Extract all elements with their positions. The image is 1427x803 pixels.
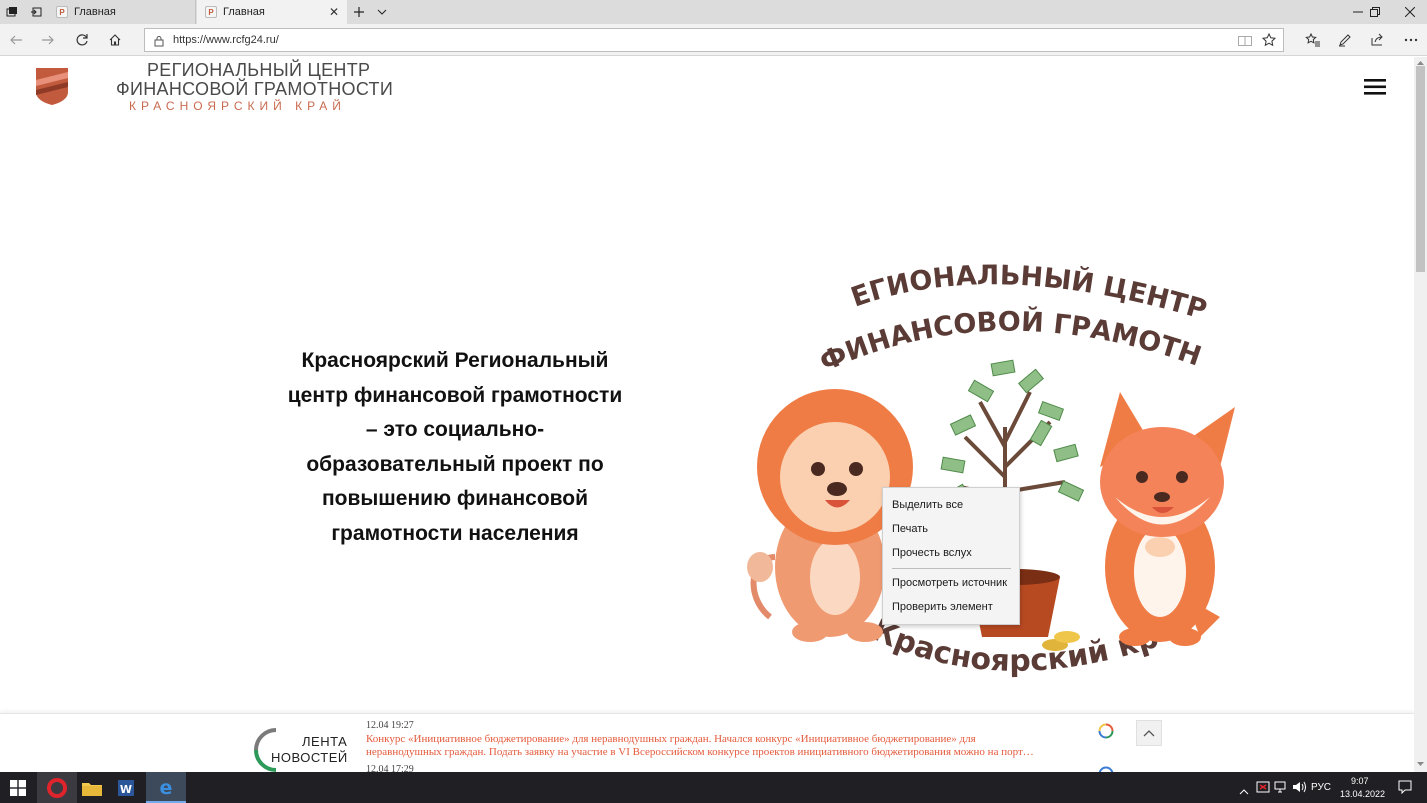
tray-show-hidden-icon[interactable] [1239, 782, 1249, 800]
site-logo-emblem[interactable] [34, 66, 70, 106]
page-viewport: РЕГИОНАЛЬНЫЙ ЦЕНТР ФИНАНСОВОЙ ГРАМОТНОСТ… [0, 57, 1414, 772]
menu-item-read-aloud[interactable]: Прочесть вслух [883, 542, 1019, 564]
news-item-time: 12.04 19:27 [366, 720, 414, 731]
menu-item-select-all[interactable]: Выделить все [883, 494, 1019, 516]
news-item-time: 12.04 17:29 [366, 764, 414, 772]
opera-browser-icon[interactable] [37, 772, 77, 803]
tab-home-1[interactable]: Р Главная [48, 0, 196, 24]
chevron-up-icon [1143, 724, 1155, 742]
address-url[interactable]: https://www.rcfg24.ru/ [173, 34, 279, 46]
ticker-logo-line1: ЛЕНТА [302, 734, 348, 749]
hero-line: центр финансовой грамотности [287, 383, 623, 407]
tray-clock-time[interactable]: 9:07 [1351, 776, 1369, 786]
hero-line: образовательный проект по [306, 452, 604, 476]
tab-title: Главная [74, 6, 116, 18]
context-menu: Выделить все Печать Прочесть вслух Просм… [882, 487, 1020, 625]
ticker-collapse-button[interactable] [1136, 720, 1162, 746]
address-bar[interactable]: https://www.rcfg24.ru/ [144, 28, 1284, 52]
restore-icon[interactable] [1357, 0, 1393, 24]
hero-line: – это социально- [365, 418, 545, 441]
hero-line: повышению финансовой [321, 487, 589, 510]
lock-icon [154, 34, 164, 52]
hero-description: Красноярский Региональный центр финансов… [270, 344, 640, 551]
new-tab-icon[interactable] [347, 0, 371, 24]
logo-title-line1: РЕГИОНАЛЬНЫЙ ЦЕНТР [147, 60, 371, 80]
logo-title-line2: ФИНАНСОВОЙ ГРАМОТНОСТИ [116, 79, 394, 99]
tray-security-icon[interactable] [1256, 780, 1270, 799]
menu-separator [892, 568, 1011, 569]
site-favicon-icon: Р [56, 6, 68, 18]
menu-item-print[interactable]: Печать [883, 518, 1019, 540]
home-icon[interactable] [103, 28, 127, 52]
edge-browser-icon[interactable]: e [146, 772, 186, 803]
back-arrow-icon[interactable] [4, 28, 28, 52]
action-center-icon[interactable] [1398, 780, 1412, 799]
ticker-logo-line2: НОВОСТЕЙ [271, 750, 348, 765]
menu-item-inspect-element[interactable]: Проверить элемент [883, 596, 1019, 618]
close-tab-icon[interactable]: ✕ [329, 5, 339, 19]
windows-taskbar: W e РУС 9:07 13.04.2022 [0, 772, 1427, 803]
share-icon[interactable] [1365, 28, 1389, 52]
tray-clock-date[interactable]: 13.04.2022 [1340, 789, 1385, 799]
news-item-text-line2[interactable]: неравнодушных граждан. Подать заявку на … [366, 746, 1034, 759]
news-ticker: ЛЕНТА НОВОСТЕЙ 12.04 19:27 Конкурс «Иниц… [0, 713, 1414, 772]
hero-line: грамотности населения [331, 521, 579, 545]
more-menu-icon[interactable] [1399, 28, 1423, 52]
site-favicon-icon: Р [205, 6, 217, 18]
menu-item-view-source[interactable]: Просмотреть источник [883, 572, 1019, 594]
favorites-hub-icon[interactable] [1301, 28, 1325, 52]
svg-text:W: W [120, 783, 132, 796]
close-window-icon[interactable] [1393, 0, 1427, 24]
svg-text:e: e [160, 777, 173, 797]
reading-view-icon[interactable] [1238, 34, 1252, 52]
browser-tab-bar: Р Главная Р Главная ✕ [0, 0, 1427, 24]
favorite-star-icon[interactable] [1261, 32, 1277, 52]
scrollbar-thumb[interactable] [1416, 66, 1425, 272]
tray-volume-icon[interactable] [1292, 780, 1306, 799]
hamburger-menu-icon[interactable] [1364, 79, 1386, 95]
share-ring-icon[interactable] [1098, 723, 1114, 739]
tray-network-icon[interactable] [1273, 780, 1287, 799]
web-note-pen-icon[interactable] [1333, 28, 1357, 52]
news-item-text-line1[interactable]: Конкурс «Инициативное бюджетирование» дл… [366, 733, 976, 746]
set-aside-tabs-icon[interactable] [24, 0, 48, 24]
refresh-icon[interactable] [70, 28, 94, 52]
fox-mascot [1100, 392, 1235, 646]
forward-arrow-icon[interactable] [36, 28, 60, 52]
logo-subtitle: КРАСНОЯРСКИЙ КРАЙ [129, 99, 346, 113]
windows-start-icon[interactable] [0, 772, 36, 803]
tab-actions-icon[interactable] [0, 0, 24, 24]
word-app-icon[interactable]: W [106, 772, 146, 803]
tab-preview-chevron-icon[interactable] [370, 0, 394, 24]
browser-nav-bar: https://www.rcfg24.ru/ [0, 24, 1427, 56]
tab-title: Главная [223, 6, 265, 18]
hero-line: Красноярский Региональный [301, 349, 609, 372]
tray-language[interactable]: РУС [1311, 782, 1331, 793]
tab-home-2-active[interactable]: Р Главная ✕ [197, 0, 347, 24]
